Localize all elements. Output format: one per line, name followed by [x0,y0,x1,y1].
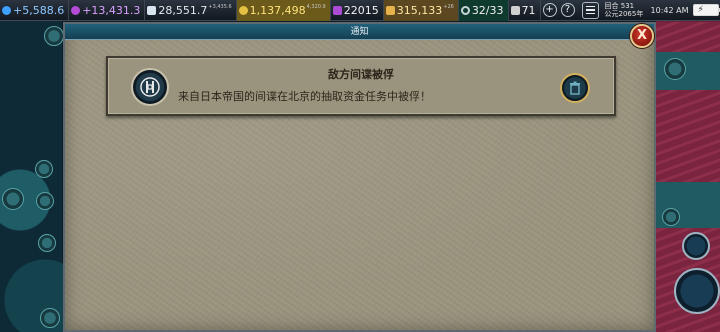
map-city-icon[interactable] [35,160,53,178]
map-unit-icon[interactable] [40,308,60,328]
turn-info: 回合 531 公元2065年 [605,2,649,18]
map-unit-icon[interactable] [44,26,64,46]
favor-value: 315,133 [396,3,443,17]
help-icon[interactable]: ? [560,3,575,17]
map-city-icon[interactable] [2,188,24,210]
faith-rate: +3,435.6 [208,3,232,10]
notification-card[interactable]: 敌方间谍被俘 来自日本帝国的间谍在北京的抽取资金任务中被俘！ [106,56,616,116]
close-button[interactable]: X [630,24,654,48]
dismiss-icon [570,81,580,95]
culture-yield[interactable]: +13,431.3 [69,0,146,21]
faith-yield[interactable]: 28,551.7 +3,435.6 [145,0,237,21]
trade-routes[interactable]: 32/33 [458,0,509,21]
map-unit-icon[interactable] [36,192,54,210]
faith-icon [147,5,157,15]
science-value: +5,588.6 [13,3,65,17]
close-x-icon: X [636,28,648,43]
tourism-value: 22015 [343,3,379,17]
tourism-icon [332,5,342,15]
notification-heading: 敌方间谍被俘 [328,68,394,81]
minimap-button[interactable] [674,268,720,314]
window-title: 通知 [65,24,654,40]
governors-value: 71 [521,3,536,17]
gold-rate: 4,320.9 [306,3,326,10]
science-icon [2,5,11,15]
map-unit-icon[interactable] [664,58,686,80]
dismiss-button[interactable] [560,73,590,103]
map-unit-icon[interactable] [662,208,680,226]
trade-route-icon [460,5,470,15]
tourism-yield[interactable]: 22015 [331,0,384,21]
notification-message: 来自日本帝国的间谍在北京的抽取资金任务中被俘！ [178,90,431,103]
gold-icon [238,5,248,15]
culture-icon [71,5,81,15]
science-yield[interactable]: +5,588.6 [0,0,70,21]
governor-icon [510,5,520,15]
game-year: 公元2065年 [604,10,644,18]
gold-yield[interactable]: 1,137,498 4,320.9 [236,0,331,21]
trade-routes-value: 32/33 [471,3,504,17]
governors[interactable]: 71 [509,0,541,21]
map-unit-icon[interactable] [38,234,56,252]
culture-value: +13,431.3 [82,3,141,17]
favor-rate: +26 [443,3,454,10]
faith-value: 28,551.7 [158,3,208,17]
battery-icon: ⚡ [692,4,720,16]
map-right-area[interactable] [656,22,720,332]
lens-button[interactable] [682,232,710,260]
notification-window: 通知 敌方间谍被俘 来自日本帝国的间谍在北京的抽取资金任务中被俘！ [63,22,656,332]
top-resource-bar: +5,588.6 +13,431.3 28,551.7 +3,435.6 1,1… [0,0,720,21]
map-left-area[interactable] [0,22,64,332]
add-icon[interactable]: + [542,3,557,17]
favor-icon [385,5,395,15]
favor-yield[interactable]: 315,133 +26 [383,0,459,21]
clock: 10:42 AM [650,5,689,15]
turn-number: 回合 531 [604,2,635,10]
menu-button[interactable] [581,1,599,19]
gold-value: 1,137,498 [249,3,306,17]
